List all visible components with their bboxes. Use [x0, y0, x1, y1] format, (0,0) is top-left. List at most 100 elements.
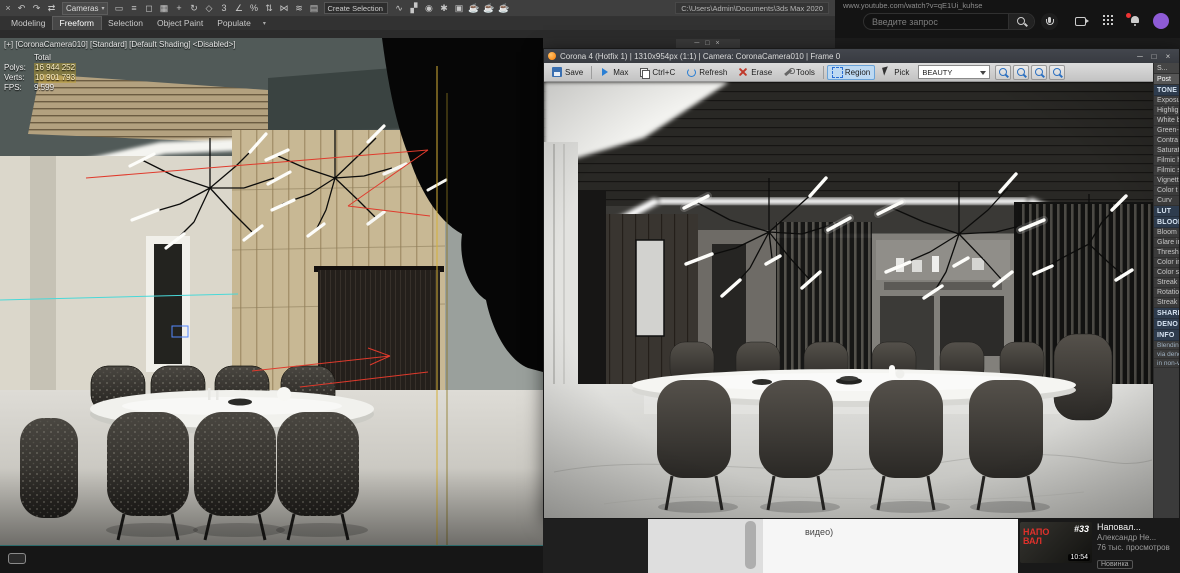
vfb-max-button[interactable]: Max: [595, 65, 633, 80]
viewport-label[interactable]: [+] [CoronaCamera010] [Standard] [Defaul…: [4, 40, 235, 49]
vfb-setting[interactable]: Streak: [1154, 278, 1179, 288]
vfb-setting[interactable]: Color t: [1154, 186, 1179, 196]
vfb-save-button[interactable]: Save: [547, 65, 588, 80]
avatar[interactable]: [1153, 13, 1169, 29]
create-selection-set-field[interactable]: [324, 2, 388, 14]
zoom-out-icon[interactable]: [995, 65, 1011, 80]
ribbon-tab-freeform[interactable]: Freeform: [53, 17, 101, 30]
curve-editor-icon[interactable]: ∿: [392, 2, 406, 15]
zoom-in-icon[interactable]: [1013, 65, 1029, 80]
toolbar-separator: [591, 66, 592, 79]
video-thumbnail[interactable]: НАПО ВАЛ #33 10:54: [1020, 522, 1092, 563]
notifications-button[interactable]: [1129, 15, 1143, 28]
vfb-tab-post[interactable]: Post: [1154, 74, 1179, 85]
search-input[interactable]: [864, 14, 1008, 29]
crossing-selection-icon[interactable]: ▦: [157, 2, 171, 15]
vfb-refresh-button[interactable]: Refresh: [681, 65, 732, 80]
video-item[interactable]: НАПО ВАЛ #33 10:54 Наповал... Александр …: [1020, 522, 1178, 571]
ribbon-tab-populate[interactable]: Populate: [210, 17, 258, 30]
select-link-icon[interactable]: ⇄: [45, 2, 59, 15]
scrollbar[interactable]: [745, 521, 756, 569]
ribbon-dropdown-icon[interactable]: ▾: [258, 20, 271, 27]
vfb-setting[interactable]: Color s: [1154, 268, 1179, 278]
snap-toggle-icon[interactable]: 3: [217, 2, 231, 15]
vfb-setting[interactable]: Green-: [1154, 126, 1179, 136]
cameras-dropdown[interactable]: Cameras ▾: [62, 2, 108, 15]
vfb-section-info[interactable]: INFO: [1154, 330, 1179, 341]
vfb-pick-button[interactable]: Pick: [876, 65, 914, 80]
corona-title-bar[interactable]: Corona 4 (Hotfix 1) | 1310x954px (1:1) |…: [544, 49, 1179, 63]
vfb-copy-button[interactable]: Ctrl+C: [634, 65, 680, 80]
layer-manager-icon[interactable]: ▤: [307, 2, 321, 15]
video-title[interactable]: Наповал...: [1097, 522, 1170, 533]
vfb-region-button[interactable]: Region: [827, 65, 875, 80]
project-path-field[interactable]: C:\Users\Admin\Documents\3ds Max 2020: [675, 2, 829, 14]
vfb-setting[interactable]: Highlig: [1154, 106, 1179, 116]
max-viewport[interactable]: [+] [CoronaCamera010] [Standard] [Defaul…: [0, 38, 543, 545]
vfb-section-deno[interactable]: DENO: [1154, 319, 1179, 330]
vfb-erase-button[interactable]: Erase: [733, 65, 777, 80]
select-move-icon[interactable]: +: [172, 2, 186, 15]
search-button[interactable]: [1008, 14, 1034, 29]
select-by-name-icon[interactable]: ≡: [127, 2, 141, 15]
vfb-setting[interactable]: Contra: [1154, 136, 1179, 146]
vfb-section-lut[interactable]: LUT: [1154, 206, 1179, 217]
vfb-section-bloom[interactable]: BLOOM: [1154, 217, 1179, 228]
voice-search-button[interactable]: [1041, 13, 1058, 30]
vfb-setting[interactable]: Filmic s: [1154, 166, 1179, 176]
rectangular-selection-icon[interactable]: ◻: [142, 2, 156, 15]
vfb-setting[interactable]: Vignett: [1154, 176, 1179, 186]
select-scale-icon[interactable]: ◇: [202, 2, 216, 15]
apps-button[interactable]: [1103, 15, 1117, 28]
zoom-100-icon[interactable]: [1031, 65, 1047, 80]
rendered-frame-icon[interactable]: ▣: [452, 2, 466, 15]
vfb-setting[interactable]: Thresh: [1154, 248, 1179, 258]
ribbon-tab-selection[interactable]: Selection: [101, 17, 150, 30]
percent-snap-icon[interactable]: %: [247, 2, 261, 15]
background-window-controls[interactable]: ─ □ ×: [676, 39, 740, 48]
channel-select[interactable]: BEAUTY: [918, 65, 990, 79]
trackbar-icon[interactable]: [8, 553, 26, 564]
vfb-setting[interactable]: Exposu: [1154, 96, 1179, 106]
undo-icon[interactable]: ↶: [15, 2, 29, 15]
maximize-icon[interactable]: □: [1147, 52, 1161, 61]
material-editor-icon[interactable]: ◉: [422, 2, 436, 15]
vfb-setting[interactable]: Curv: [1154, 196, 1179, 206]
vfb-setting[interactable]: Glare in: [1154, 238, 1179, 248]
spinner-snap-icon[interactable]: ⇅: [262, 2, 276, 15]
vfb-section-tone[interactable]: TONE: [1154, 85, 1179, 96]
render-iterative-icon[interactable]: ☕: [467, 2, 481, 15]
mirror-icon[interactable]: ⋈: [277, 2, 291, 15]
minimize-icon[interactable]: ─: [1133, 52, 1147, 61]
browser-url[interactable]: www.youtube.com/watch?v=qE1Ui_kuhse: [843, 1, 982, 10]
align-icon[interactable]: ≋: [292, 2, 306, 15]
vfb-setting[interactable]: Saturat: [1154, 146, 1179, 156]
vfb-setting[interactable]: Streak: [1154, 298, 1179, 308]
browser-window: www.youtube.com/watch?v=qE1Ui_kuhse: [835, 0, 1180, 38]
vfb-setting[interactable]: Rotatio: [1154, 288, 1179, 298]
select-rotate-icon[interactable]: ↻: [187, 2, 201, 15]
ribbon-tab-object-paint[interactable]: Object Paint: [150, 17, 210, 30]
vfb-setting[interactable]: Filmic h: [1154, 156, 1179, 166]
vfb-tab-stats[interactable]: S...: [1154, 63, 1179, 74]
angle-snap-icon[interactable]: ∠: [232, 2, 246, 15]
vfb-setting[interactable]: Bloom i: [1154, 228, 1179, 238]
vfb-tools-button[interactable]: Tools: [778, 65, 820, 80]
vfb-setting[interactable]: White b: [1154, 116, 1179, 126]
close-icon[interactable]: ×: [2, 2, 14, 15]
render-production-icon[interactable]: ☕: [497, 2, 511, 15]
render-canvas[interactable]: [544, 82, 1153, 518]
video-channel[interactable]: Александр Не...: [1097, 533, 1170, 543]
create-video-button[interactable]: [1075, 15, 1089, 28]
zoom-fit-icon[interactable]: [1049, 65, 1065, 80]
redo-icon[interactable]: ↷: [30, 2, 44, 15]
ribbon-tab-modeling[interactable]: Modeling: [4, 17, 53, 30]
sideboard: [314, 266, 444, 390]
schematic-view-icon[interactable]: ▞: [407, 2, 421, 15]
render-preview-icon[interactable]: ☕: [482, 2, 496, 15]
vfb-setting[interactable]: Color in: [1154, 258, 1179, 268]
select-object-icon[interactable]: ▭: [112, 2, 126, 15]
render-setup-icon[interactable]: ✱: [437, 2, 451, 15]
close-icon[interactable]: ×: [1161, 52, 1175, 61]
vfb-section-sharp[interactable]: SHARP: [1154, 308, 1179, 319]
